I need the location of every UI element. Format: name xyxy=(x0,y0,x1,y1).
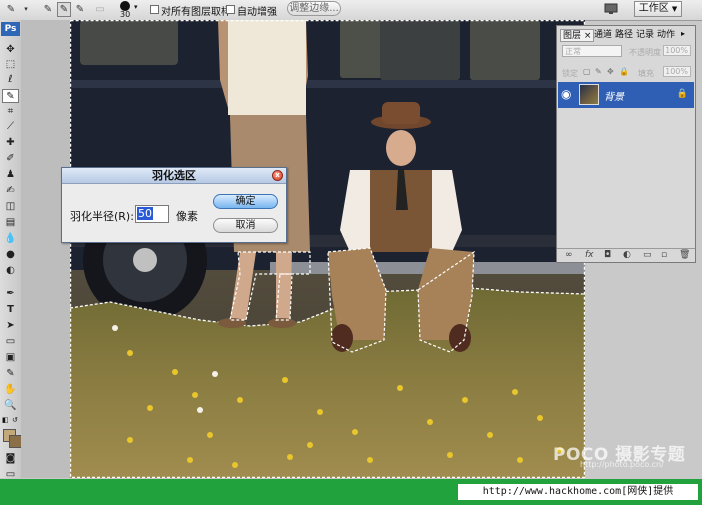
history-brush-icon[interactable]: ✍ xyxy=(2,184,19,198)
layers-panel-footer: ∞ fx ◘ ◐ ▭ ▫ 🗑 xyxy=(557,248,695,263)
mask-icon[interactable]: ◘ xyxy=(604,250,611,260)
slice-tool-icon[interactable]: ⟋ xyxy=(2,120,19,134)
lock-icon: 🔒 xyxy=(676,89,688,99)
screen-mode-tool-icon[interactable]: ▭ xyxy=(2,468,19,480)
tab-layers[interactable]: 图层 × xyxy=(560,29,595,42)
brush-size-value: 30 xyxy=(120,10,131,19)
feather-radius-value: 50 xyxy=(137,207,153,220)
feather-radius-label: 羽化半径(R): xyxy=(70,210,134,223)
watermark-url: http://photo.poco.cn/ xyxy=(580,460,664,469)
chevron-down-icon[interactable]: ▾ xyxy=(22,2,30,17)
trash-icon[interactable]: 🗑 xyxy=(679,250,690,260)
refine-edge-button[interactable]: 调整边缘... xyxy=(287,1,341,16)
eye-icon[interactable]: ◉ xyxy=(561,87,571,101)
tool-preset-icon[interactable]: ✎ xyxy=(3,2,19,17)
lasso-tool-icon[interactable]: ℓ xyxy=(2,73,19,87)
default-colors-icon[interactable]: ◧ xyxy=(2,416,10,424)
auto-enhance-label: 自动增强 xyxy=(237,7,277,18)
subtract-selection-icon[interactable]: ✎ xyxy=(73,2,87,17)
tab-layers-label: 图层 xyxy=(563,31,582,41)
opacity-label: 不透明度 xyxy=(629,48,661,57)
new-layer-icon[interactable]: ▫ xyxy=(661,250,667,260)
photo-image xyxy=(70,20,585,478)
brush-tool-icon[interactable]: ✐ xyxy=(2,152,19,166)
shape-tool-icon[interactable]: ▭ xyxy=(2,335,19,349)
crop-tool-icon[interactable]: ⌗ xyxy=(2,105,19,119)
photoshop-logo: Ps xyxy=(1,22,20,36)
footer-credit: http://www.hackhome.com[网侠]提供 xyxy=(458,484,698,500)
blend-mode-select[interactable]: 正常 xyxy=(562,45,622,57)
quick-selection-tool-icon[interactable]: ✎ xyxy=(2,89,19,103)
layer-thumbnail xyxy=(579,84,599,105)
panel-menu-icon[interactable]: ▸ xyxy=(681,29,685,38)
eyedropper-tool-icon[interactable]: ✎ xyxy=(2,367,19,381)
canvas-gutter xyxy=(21,20,70,478)
tab-actions[interactable]: 动作 xyxy=(657,29,675,42)
sample-all-layers-label: 对所有图层取样 xyxy=(161,7,231,18)
chevron-down-icon: ▼ xyxy=(671,5,678,13)
lock-label: 锁定 xyxy=(562,69,578,78)
blur-tool-icon[interactable]: 💧 xyxy=(2,232,19,246)
add-to-selection-icon[interactable]: ✎ xyxy=(57,2,71,17)
group-icon[interactable]: ▭ xyxy=(643,250,652,260)
clone-stamp-icon[interactable]: ♟ xyxy=(2,168,19,182)
close-icon[interactable]: x xyxy=(272,170,283,181)
brush-dropdown-icon[interactable]: ▾ xyxy=(134,3,138,11)
swap-colors-icon[interactable]: ↺ xyxy=(12,416,20,424)
workspace-label: 工作区 xyxy=(638,3,669,14)
tab-paths[interactable]: 路径 xyxy=(615,29,633,42)
layer-row-background[interactable]: ◉ 背景 🔒 xyxy=(558,82,694,108)
zoom-tool-icon[interactable]: 🔍 xyxy=(2,399,19,413)
options-bar: ✎ ▾ ✎ ✎ ✎ ▭ 30 ▾ 对所有图层取样 自动增强 调整边缘... 工作… xyxy=(0,0,702,21)
hand-tool-icon[interactable]: ✋ xyxy=(2,383,19,397)
layer-name[interactable]: 背景 xyxy=(604,88,624,103)
workspace-button[interactable]: 工作区 ▼ xyxy=(634,1,682,17)
feather-radius-unit: 像素 xyxy=(176,210,198,223)
marquee-tool-icon[interactable]: ⬚ xyxy=(2,58,19,72)
brush-label-icon: ▭ xyxy=(95,4,105,15)
fx-icon[interactable]: fx xyxy=(585,250,594,260)
screen-mode-icon[interactable] xyxy=(604,2,618,15)
layers-panel: 图层 × 通道 路径 记录 动作 ▸ 正常 不透明度 100% 锁定 ▢ ✎ ✥… xyxy=(556,25,696,263)
lock-paint-icon[interactable]: ✎ xyxy=(595,67,602,76)
adjustment-icon[interactable]: ◐ xyxy=(623,250,631,260)
fill-label: 填充 xyxy=(638,69,654,78)
eraser-tool-icon[interactable]: ◫ xyxy=(2,200,19,214)
gradient-tool-icon[interactable]: ▤ xyxy=(2,216,19,230)
notes-tool-icon[interactable]: ▣ xyxy=(2,351,19,365)
feather-dialog: 羽化选区 x 羽化半径(R): 50 像素 确定 取消 xyxy=(61,167,287,243)
healing-brush-icon[interactable]: ✚ xyxy=(2,136,19,150)
path-selection-icon[interactable]: ➤ xyxy=(2,319,19,333)
lock-all-icon[interactable]: 🔒 xyxy=(619,67,629,76)
tab-history[interactable]: 记录 xyxy=(636,29,654,42)
tab-channels[interactable]: 通道 xyxy=(594,29,612,42)
sample-all-layers-checkbox[interactable] xyxy=(150,5,159,14)
auto-enhance-checkbox[interactable] xyxy=(226,5,235,14)
feather-radius-input[interactable]: 50 xyxy=(135,205,169,223)
document-canvas[interactable] xyxy=(70,20,585,478)
close-icon[interactable]: × xyxy=(584,31,592,41)
quick-mask-icon[interactable]: ◙ xyxy=(2,452,19,466)
lock-position-icon[interactable]: ✥ xyxy=(607,67,614,76)
type-tool-icon[interactable]: T xyxy=(2,303,19,317)
move-tool-icon[interactable]: ✥ xyxy=(2,43,19,57)
dialog-title: 羽化选区 xyxy=(62,168,286,184)
lock-pixels-icon[interactable]: ▢ xyxy=(583,67,591,76)
fill-field[interactable]: 100% xyxy=(663,66,691,77)
dodge-alt-icon[interactable]: ◐ xyxy=(2,264,19,278)
link-icon[interactable]: ∞ xyxy=(565,250,573,260)
pen-tool-icon[interactable]: ✒ xyxy=(2,287,19,301)
cancel-button[interactable]: 取消 xyxy=(213,218,278,233)
ok-button[interactable]: 确定 xyxy=(213,194,278,209)
opacity-field[interactable]: 100% xyxy=(663,45,691,56)
dodge-tool-icon[interactable]: ● xyxy=(2,248,19,262)
new-selection-icon[interactable]: ✎ xyxy=(41,2,55,17)
